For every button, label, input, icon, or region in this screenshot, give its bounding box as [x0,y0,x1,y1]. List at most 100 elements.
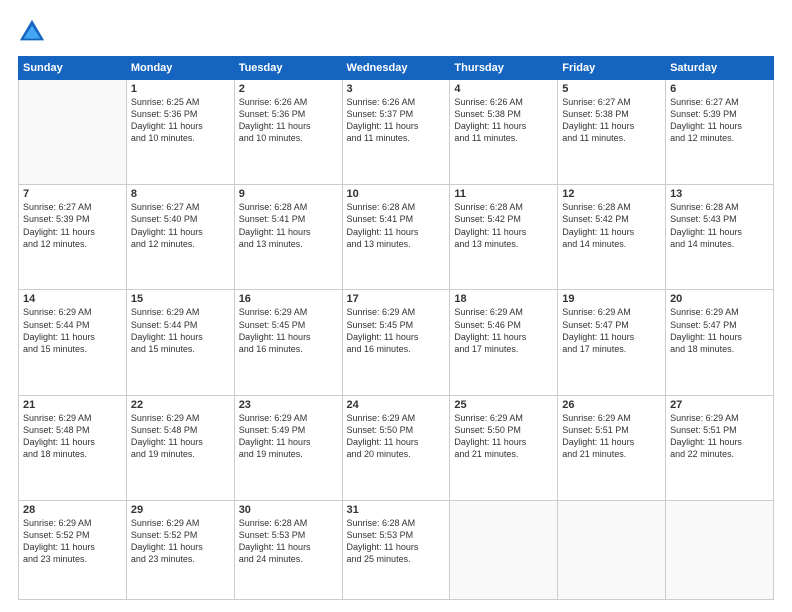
day-info: Sunrise: 6:29 AM Sunset: 5:51 PM Dayligh… [670,412,769,461]
calendar-cell: 24Sunrise: 6:29 AM Sunset: 5:50 PM Dayli… [342,395,450,500]
day-number: 15 [131,293,230,305]
day-number: 21 [23,399,122,411]
calendar-cell [450,500,558,599]
day-info: Sunrise: 6:27 AM Sunset: 5:39 PM Dayligh… [670,96,769,145]
day-info: Sunrise: 6:29 AM Sunset: 5:47 PM Dayligh… [670,306,769,355]
day-info: Sunrise: 6:29 AM Sunset: 5:50 PM Dayligh… [454,412,553,461]
day-number: 29 [131,504,230,516]
calendar-cell: 29Sunrise: 6:29 AM Sunset: 5:52 PM Dayli… [126,500,234,599]
day-info: Sunrise: 6:28 AM Sunset: 5:42 PM Dayligh… [562,201,661,250]
day-info: Sunrise: 6:26 AM Sunset: 5:36 PM Dayligh… [239,96,338,145]
calendar-cell: 30Sunrise: 6:28 AM Sunset: 5:53 PM Dayli… [234,500,342,599]
day-number: 27 [670,399,769,411]
calendar-cell: 5Sunrise: 6:27 AM Sunset: 5:38 PM Daylig… [558,80,666,185]
day-info: Sunrise: 6:28 AM Sunset: 5:41 PM Dayligh… [239,201,338,250]
day-info: Sunrise: 6:25 AM Sunset: 5:36 PM Dayligh… [131,96,230,145]
day-info: Sunrise: 6:29 AM Sunset: 5:52 PM Dayligh… [131,517,230,566]
day-info: Sunrise: 6:26 AM Sunset: 5:37 PM Dayligh… [347,96,446,145]
day-info: Sunrise: 6:29 AM Sunset: 5:46 PM Dayligh… [454,306,553,355]
day-info: Sunrise: 6:29 AM Sunset: 5:48 PM Dayligh… [23,412,122,461]
calendar-cell [19,80,127,185]
day-info: Sunrise: 6:27 AM Sunset: 5:38 PM Dayligh… [562,96,661,145]
calendar-cell: 28Sunrise: 6:29 AM Sunset: 5:52 PM Dayli… [19,500,127,599]
day-number: 25 [454,399,553,411]
day-number: 12 [562,188,661,200]
day-number: 14 [23,293,122,305]
col-header-thursday: Thursday [450,57,558,80]
day-info: Sunrise: 6:29 AM Sunset: 5:44 PM Dayligh… [23,306,122,355]
calendar-cell: 25Sunrise: 6:29 AM Sunset: 5:50 PM Dayli… [450,395,558,500]
calendar-cell: 18Sunrise: 6:29 AM Sunset: 5:46 PM Dayli… [450,290,558,395]
day-number: 10 [347,188,446,200]
day-number: 31 [347,504,446,516]
day-number: 23 [239,399,338,411]
day-number: 17 [347,293,446,305]
day-info: Sunrise: 6:28 AM Sunset: 5:42 PM Dayligh… [454,201,553,250]
week-row-1: 1Sunrise: 6:25 AM Sunset: 5:36 PM Daylig… [19,80,774,185]
day-number: 11 [454,188,553,200]
page: SundayMondayTuesdayWednesdayThursdayFrid… [0,0,792,612]
day-info: Sunrise: 6:28 AM Sunset: 5:53 PM Dayligh… [239,517,338,566]
calendar-cell: 27Sunrise: 6:29 AM Sunset: 5:51 PM Dayli… [666,395,774,500]
col-header-wednesday: Wednesday [342,57,450,80]
calendar-cell: 31Sunrise: 6:28 AM Sunset: 5:53 PM Dayli… [342,500,450,599]
header-row: SundayMondayTuesdayWednesdayThursdayFrid… [19,57,774,80]
day-info: Sunrise: 6:29 AM Sunset: 5:44 PM Dayligh… [131,306,230,355]
calendar-cell: 23Sunrise: 6:29 AM Sunset: 5:49 PM Dayli… [234,395,342,500]
calendar-table: SundayMondayTuesdayWednesdayThursdayFrid… [18,56,774,600]
calendar-cell: 7Sunrise: 6:27 AM Sunset: 5:39 PM Daylig… [19,185,127,290]
day-info: Sunrise: 6:29 AM Sunset: 5:51 PM Dayligh… [562,412,661,461]
calendar-cell: 10Sunrise: 6:28 AM Sunset: 5:41 PM Dayli… [342,185,450,290]
day-number: 6 [670,83,769,95]
calendar-cell: 19Sunrise: 6:29 AM Sunset: 5:47 PM Dayli… [558,290,666,395]
day-info: Sunrise: 6:28 AM Sunset: 5:41 PM Dayligh… [347,201,446,250]
day-info: Sunrise: 6:29 AM Sunset: 5:45 PM Dayligh… [347,306,446,355]
week-row-5: 28Sunrise: 6:29 AM Sunset: 5:52 PM Dayli… [19,500,774,599]
calendar-cell: 6Sunrise: 6:27 AM Sunset: 5:39 PM Daylig… [666,80,774,185]
day-info: Sunrise: 6:28 AM Sunset: 5:43 PM Dayligh… [670,201,769,250]
calendar-cell: 1Sunrise: 6:25 AM Sunset: 5:36 PM Daylig… [126,80,234,185]
logo-icon [18,18,46,46]
col-header-sunday: Sunday [19,57,127,80]
calendar-cell [558,500,666,599]
calendar-cell: 11Sunrise: 6:28 AM Sunset: 5:42 PM Dayli… [450,185,558,290]
calendar-cell: 9Sunrise: 6:28 AM Sunset: 5:41 PM Daylig… [234,185,342,290]
day-info: Sunrise: 6:28 AM Sunset: 5:53 PM Dayligh… [347,517,446,566]
day-number: 18 [454,293,553,305]
day-number: 9 [239,188,338,200]
calendar-cell: 20Sunrise: 6:29 AM Sunset: 5:47 PM Dayli… [666,290,774,395]
week-row-3: 14Sunrise: 6:29 AM Sunset: 5:44 PM Dayli… [19,290,774,395]
day-info: Sunrise: 6:29 AM Sunset: 5:45 PM Dayligh… [239,306,338,355]
header [18,18,774,46]
calendar-cell: 17Sunrise: 6:29 AM Sunset: 5:45 PM Dayli… [342,290,450,395]
day-number: 2 [239,83,338,95]
day-number: 22 [131,399,230,411]
calendar-cell: 14Sunrise: 6:29 AM Sunset: 5:44 PM Dayli… [19,290,127,395]
calendar-cell: 8Sunrise: 6:27 AM Sunset: 5:40 PM Daylig… [126,185,234,290]
day-number: 13 [670,188,769,200]
week-row-4: 21Sunrise: 6:29 AM Sunset: 5:48 PM Dayli… [19,395,774,500]
day-number: 19 [562,293,661,305]
calendar-cell: 13Sunrise: 6:28 AM Sunset: 5:43 PM Dayli… [666,185,774,290]
col-header-saturday: Saturday [666,57,774,80]
calendar-cell: 21Sunrise: 6:29 AM Sunset: 5:48 PM Dayli… [19,395,127,500]
day-number: 5 [562,83,661,95]
day-info: Sunrise: 6:29 AM Sunset: 5:52 PM Dayligh… [23,517,122,566]
col-header-friday: Friday [558,57,666,80]
logo [18,18,50,46]
day-number: 1 [131,83,230,95]
day-number: 3 [347,83,446,95]
day-number: 28 [23,504,122,516]
day-info: Sunrise: 6:29 AM Sunset: 5:48 PM Dayligh… [131,412,230,461]
calendar-cell: 22Sunrise: 6:29 AM Sunset: 5:48 PM Dayli… [126,395,234,500]
day-number: 26 [562,399,661,411]
calendar-cell: 12Sunrise: 6:28 AM Sunset: 5:42 PM Dayli… [558,185,666,290]
calendar-cell: 26Sunrise: 6:29 AM Sunset: 5:51 PM Dayli… [558,395,666,500]
day-info: Sunrise: 6:29 AM Sunset: 5:47 PM Dayligh… [562,306,661,355]
calendar-cell: 2Sunrise: 6:26 AM Sunset: 5:36 PM Daylig… [234,80,342,185]
day-info: Sunrise: 6:29 AM Sunset: 5:49 PM Dayligh… [239,412,338,461]
day-number: 24 [347,399,446,411]
week-row-2: 7Sunrise: 6:27 AM Sunset: 5:39 PM Daylig… [19,185,774,290]
calendar-cell [666,500,774,599]
day-number: 30 [239,504,338,516]
